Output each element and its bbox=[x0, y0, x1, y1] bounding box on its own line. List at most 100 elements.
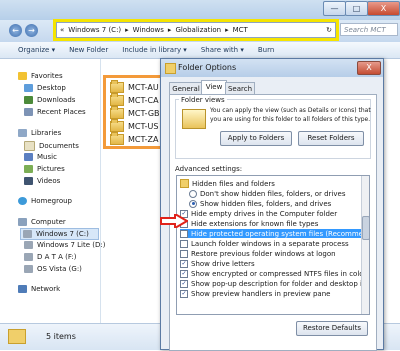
checkbox[interactable]: ✓ bbox=[180, 289, 188, 298]
folder-views-description-1: You can apply the view (such as Details … bbox=[210, 107, 371, 114]
nav-downloads[interactable]: Downloads bbox=[24, 96, 75, 104]
address-part-mct[interactable]: MCT bbox=[233, 26, 248, 34]
setting-popup-description[interactable]: ✓ Show pop-up description for folder and … bbox=[180, 279, 369, 288]
checkbox[interactable]: ✓ bbox=[180, 279, 188, 288]
folder-item[interactable]: MCT-GB bbox=[110, 106, 160, 119]
checkbox[interactable]: ✓ bbox=[180, 259, 188, 268]
setting-preview-handlers[interactable]: ✓ Show preview handlers in preview pane bbox=[180, 289, 330, 298]
nav-videos[interactable]: Videos bbox=[24, 177, 60, 185]
minimize-button[interactable]: — bbox=[323, 1, 346, 16]
nav-music[interactable]: Music bbox=[24, 153, 57, 161]
nav-drive-g[interactable]: OS Vista (G:) bbox=[24, 265, 82, 273]
nav-recent-places[interactable]: Recent Places bbox=[24, 108, 86, 116]
folder-item[interactable]: MCT-ZA bbox=[110, 132, 158, 145]
setting-restore-windows[interactable]: Restore previous folder windows at logon bbox=[180, 249, 336, 258]
navigation-pane: Favorites Desktop Downloads Recent Place… bbox=[0, 59, 105, 329]
address-chevron-icon[interactable]: « bbox=[60, 26, 64, 34]
videos-icon bbox=[24, 177, 33, 185]
new-folder-button[interactable]: New Folder bbox=[69, 46, 108, 54]
nav-desktop[interactable]: Desktop bbox=[24, 84, 66, 92]
setting-hidden-files-group: Hidden files and folders bbox=[180, 179, 275, 188]
address-part-globalization[interactable]: Globalization bbox=[175, 26, 221, 34]
drive-icon bbox=[24, 241, 33, 249]
folder-icon bbox=[110, 93, 124, 106]
desktop-icon bbox=[24, 84, 33, 92]
checkbox[interactable] bbox=[180, 239, 188, 248]
setting-show-drive-letters[interactable]: ✓ Show drive letters bbox=[180, 259, 255, 268]
drive-icon bbox=[24, 253, 33, 261]
drive-icon bbox=[24, 265, 33, 273]
star-icon bbox=[18, 72, 27, 80]
folder-options-icon bbox=[165, 63, 176, 74]
nav-computer[interactable]: Computer bbox=[18, 218, 66, 226]
settings-scrollbar[interactable] bbox=[361, 176, 369, 314]
folder-icon bbox=[8, 329, 26, 344]
checkbox[interactable]: ✓ bbox=[180, 269, 188, 278]
scrollbar-thumb[interactable] bbox=[362, 216, 369, 240]
folder-item[interactable]: MCT-AU bbox=[110, 80, 159, 93]
restore-defaults-button[interactable]: Restore Defaults bbox=[296, 321, 368, 336]
nav-documents[interactable]: Documents bbox=[24, 141, 79, 151]
burn-button[interactable]: Burn bbox=[258, 46, 274, 54]
nav-drive-d[interactable]: Windows 7 Lite (D:) bbox=[24, 241, 105, 249]
nav-pictures[interactable]: Pictures bbox=[24, 165, 65, 173]
dialog-title-bar: Folder Options X bbox=[161, 59, 383, 77]
share-with-button[interactable]: Share with ▾ bbox=[201, 46, 244, 54]
address-separator-icon[interactable]: ▸ bbox=[125, 26, 129, 34]
back-arrow-icon[interactable]: ← bbox=[9, 24, 22, 37]
address-separator-icon[interactable]: ▸ bbox=[225, 26, 229, 34]
tab-view[interactable]: View bbox=[201, 80, 227, 95]
dialog-title: Folder Options bbox=[178, 63, 237, 72]
refresh-icon[interactable]: ↻ bbox=[326, 26, 332, 34]
computer-icon bbox=[18, 218, 27, 226]
nav-drive-f[interactable]: D A T A (F:) bbox=[24, 253, 76, 261]
checkbox[interactable] bbox=[180, 229, 188, 238]
address-part-windows[interactable]: Windows bbox=[133, 26, 164, 34]
nav-homegroup[interactable]: Homegroup bbox=[18, 197, 72, 205]
red-arrow-annotation-icon bbox=[160, 214, 188, 228]
folder-icon bbox=[110, 132, 124, 145]
setting-separate-process[interactable]: Launch folder windows in a separate proc… bbox=[180, 239, 349, 248]
radio-button[interactable] bbox=[189, 189, 197, 198]
command-toolbar: Organize ▾ New Folder Include in library… bbox=[0, 42, 400, 59]
view-tab-pane: Folder views You can apply the view (suc… bbox=[169, 94, 377, 351]
include-in-library-button[interactable]: Include in library ▾ bbox=[122, 46, 187, 54]
folder-icon bbox=[180, 179, 189, 188]
maximize-button[interactable]: □ bbox=[345, 1, 368, 16]
nav-network[interactable]: Network bbox=[18, 285, 60, 293]
close-button[interactable]: X bbox=[367, 1, 400, 16]
folder-icon bbox=[110, 119, 124, 132]
folder-views-icon bbox=[182, 109, 206, 129]
checkbox[interactable] bbox=[180, 249, 188, 258]
music-icon bbox=[24, 153, 33, 161]
apply-to-folders-button[interactable]: Apply to Folders bbox=[220, 131, 292, 146]
pictures-icon bbox=[24, 165, 33, 173]
address-part-drive[interactable]: Windows 7 (C:) bbox=[68, 26, 121, 34]
nav-favorites[interactable]: Favorites bbox=[18, 72, 63, 80]
folder-views-description-2: you are using for this folder to all fol… bbox=[210, 116, 371, 123]
search-input[interactable]: Search MCT bbox=[340, 23, 398, 36]
dialog-close-button[interactable]: X bbox=[357, 61, 381, 75]
folder-icon bbox=[110, 106, 124, 119]
advanced-settings-list[interactable]: Hidden files and folders Don't show hidd… bbox=[176, 175, 370, 315]
folder-item[interactable]: MCT-CA bbox=[110, 93, 159, 106]
nav-libraries[interactable]: Libraries bbox=[18, 129, 61, 137]
forward-arrow-icon[interactable]: → bbox=[25, 24, 38, 37]
advanced-settings-label: Advanced settings: bbox=[175, 165, 243, 173]
nav-drive-c[interactable]: Windows 7 (C:) bbox=[20, 228, 99, 240]
folder-item[interactable]: MCT-US bbox=[110, 119, 158, 132]
reset-folders-button[interactable]: Reset Folders bbox=[298, 131, 364, 146]
setting-hide-protected-files[interactable]: Hide protected operating system files (R… bbox=[180, 229, 369, 238]
setting-hide-extensions[interactable]: Hide extensions for known file types bbox=[180, 219, 318, 228]
recent-places-icon bbox=[24, 108, 33, 116]
setting-dont-show-hidden[interactable]: Don't show hidden files, folders, or dri… bbox=[189, 189, 345, 198]
setting-show-hidden[interactable]: Show hidden files, folders, and drives bbox=[189, 199, 331, 208]
folder-icon bbox=[110, 80, 124, 93]
setting-hide-empty-drives[interactable]: ✓ Hide empty drives in the Computer folde… bbox=[180, 209, 337, 218]
radio-button[interactable] bbox=[189, 199, 197, 208]
address-bar[interactable]: « Windows 7 (C:) ▸ Windows ▸ Globalizati… bbox=[53, 19, 339, 41]
setting-ntfs-color[interactable]: ✓ Show encrypted or compressed NTFS files… bbox=[180, 269, 366, 278]
address-separator-icon[interactable]: ▸ bbox=[168, 26, 172, 34]
organize-button[interactable]: Organize ▾ bbox=[18, 46, 55, 54]
folder-views-label: Folder views bbox=[179, 96, 227, 104]
